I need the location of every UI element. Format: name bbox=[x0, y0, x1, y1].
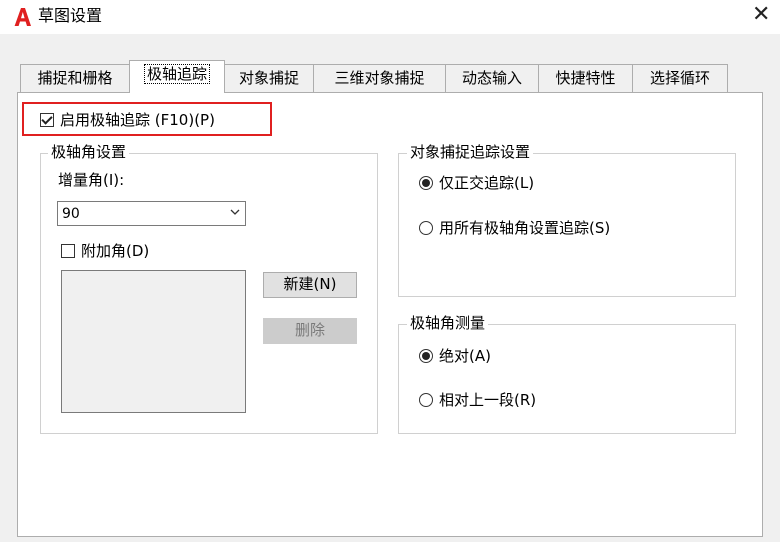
all-polar-tracking-label[interactable]: 用所有极轴角设置追踪(S) bbox=[439, 219, 610, 237]
absolute-radio[interactable] bbox=[419, 349, 433, 363]
polar-angle-group-label: 极轴角设置 bbox=[48, 143, 130, 161]
relative-last-segment-label[interactable]: 相对上一段(R) bbox=[439, 391, 536, 409]
object-snap-tracking-group-label: 对象捕捉追踪设置 bbox=[407, 143, 534, 161]
polar-measure-group-label: 极轴角测量 bbox=[407, 314, 489, 332]
relative-last-segment-radio[interactable] bbox=[419, 393, 433, 407]
increment-angle-select[interactable]: 90 bbox=[57, 201, 246, 226]
increment-angle-value: 90 bbox=[62, 206, 80, 222]
increment-angle-label: 增量角(I): bbox=[58, 171, 125, 189]
orthogonal-tracking-radio[interactable] bbox=[419, 176, 433, 190]
enable-polar-checkbox[interactable] bbox=[40, 113, 54, 127]
polar-measure-group bbox=[398, 324, 736, 434]
additional-angle-label[interactable]: 附加角(D) bbox=[81, 242, 149, 260]
enable-polar-label[interactable]: 启用极轴追踪 (F10)(P) bbox=[60, 111, 215, 129]
additional-angle-checkbox[interactable] bbox=[61, 244, 75, 258]
chevron-down-icon bbox=[230, 209, 240, 215]
orthogonal-tracking-label[interactable]: 仅正交追踪(L) bbox=[439, 174, 534, 192]
all-polar-tracking-radio[interactable] bbox=[419, 221, 433, 235]
new-angle-button[interactable]: 新建(N) bbox=[263, 272, 357, 298]
additional-angle-list[interactable] bbox=[61, 270, 246, 413]
absolute-label[interactable]: 绝对(A) bbox=[439, 347, 491, 365]
delete-angle-button[interactable]: 删除 bbox=[263, 318, 357, 344]
